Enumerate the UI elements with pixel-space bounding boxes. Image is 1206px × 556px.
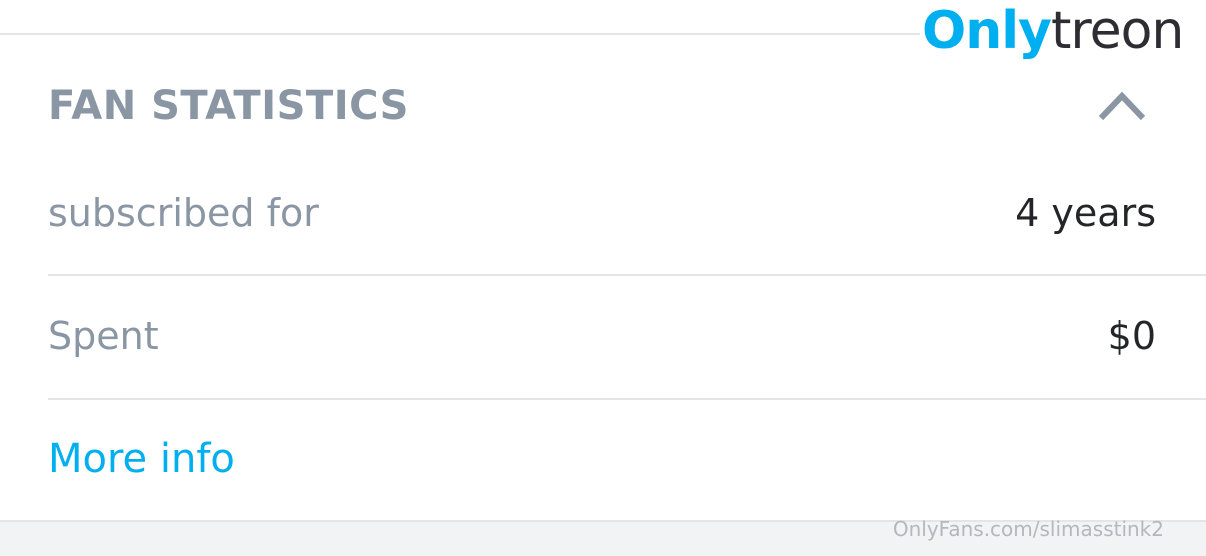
row-divider (48, 398, 1206, 400)
stat-label: Spent (48, 314, 159, 358)
logo-text-only: Only (922, 1, 1052, 61)
top-divider (0, 33, 920, 35)
stat-row-spent: Spent $0 (48, 290, 1206, 390)
logo-text-treon: treon (1050, 1, 1184, 61)
stat-row-subscribed: subscribed for 4 years (48, 166, 1206, 266)
fan-statistics-header: FAN STATISTICS (0, 70, 1206, 146)
collapse-toggle-button[interactable] (1094, 82, 1150, 126)
onlytreon-logo: Only treon (922, 0, 1184, 62)
chevron-up-icon (1098, 91, 1146, 121)
stat-value: 4 years (1015, 191, 1156, 235)
watermark-text: OnlyFans.com/slimasstink2 (892, 517, 1164, 541)
more-info-link[interactable]: More info (48, 437, 235, 481)
stat-label: subscribed for (48, 191, 319, 235)
panel-title: FAN STATISTICS (48, 83, 409, 129)
row-divider (48, 274, 1206, 276)
stat-value: $0 (1107, 314, 1156, 358)
